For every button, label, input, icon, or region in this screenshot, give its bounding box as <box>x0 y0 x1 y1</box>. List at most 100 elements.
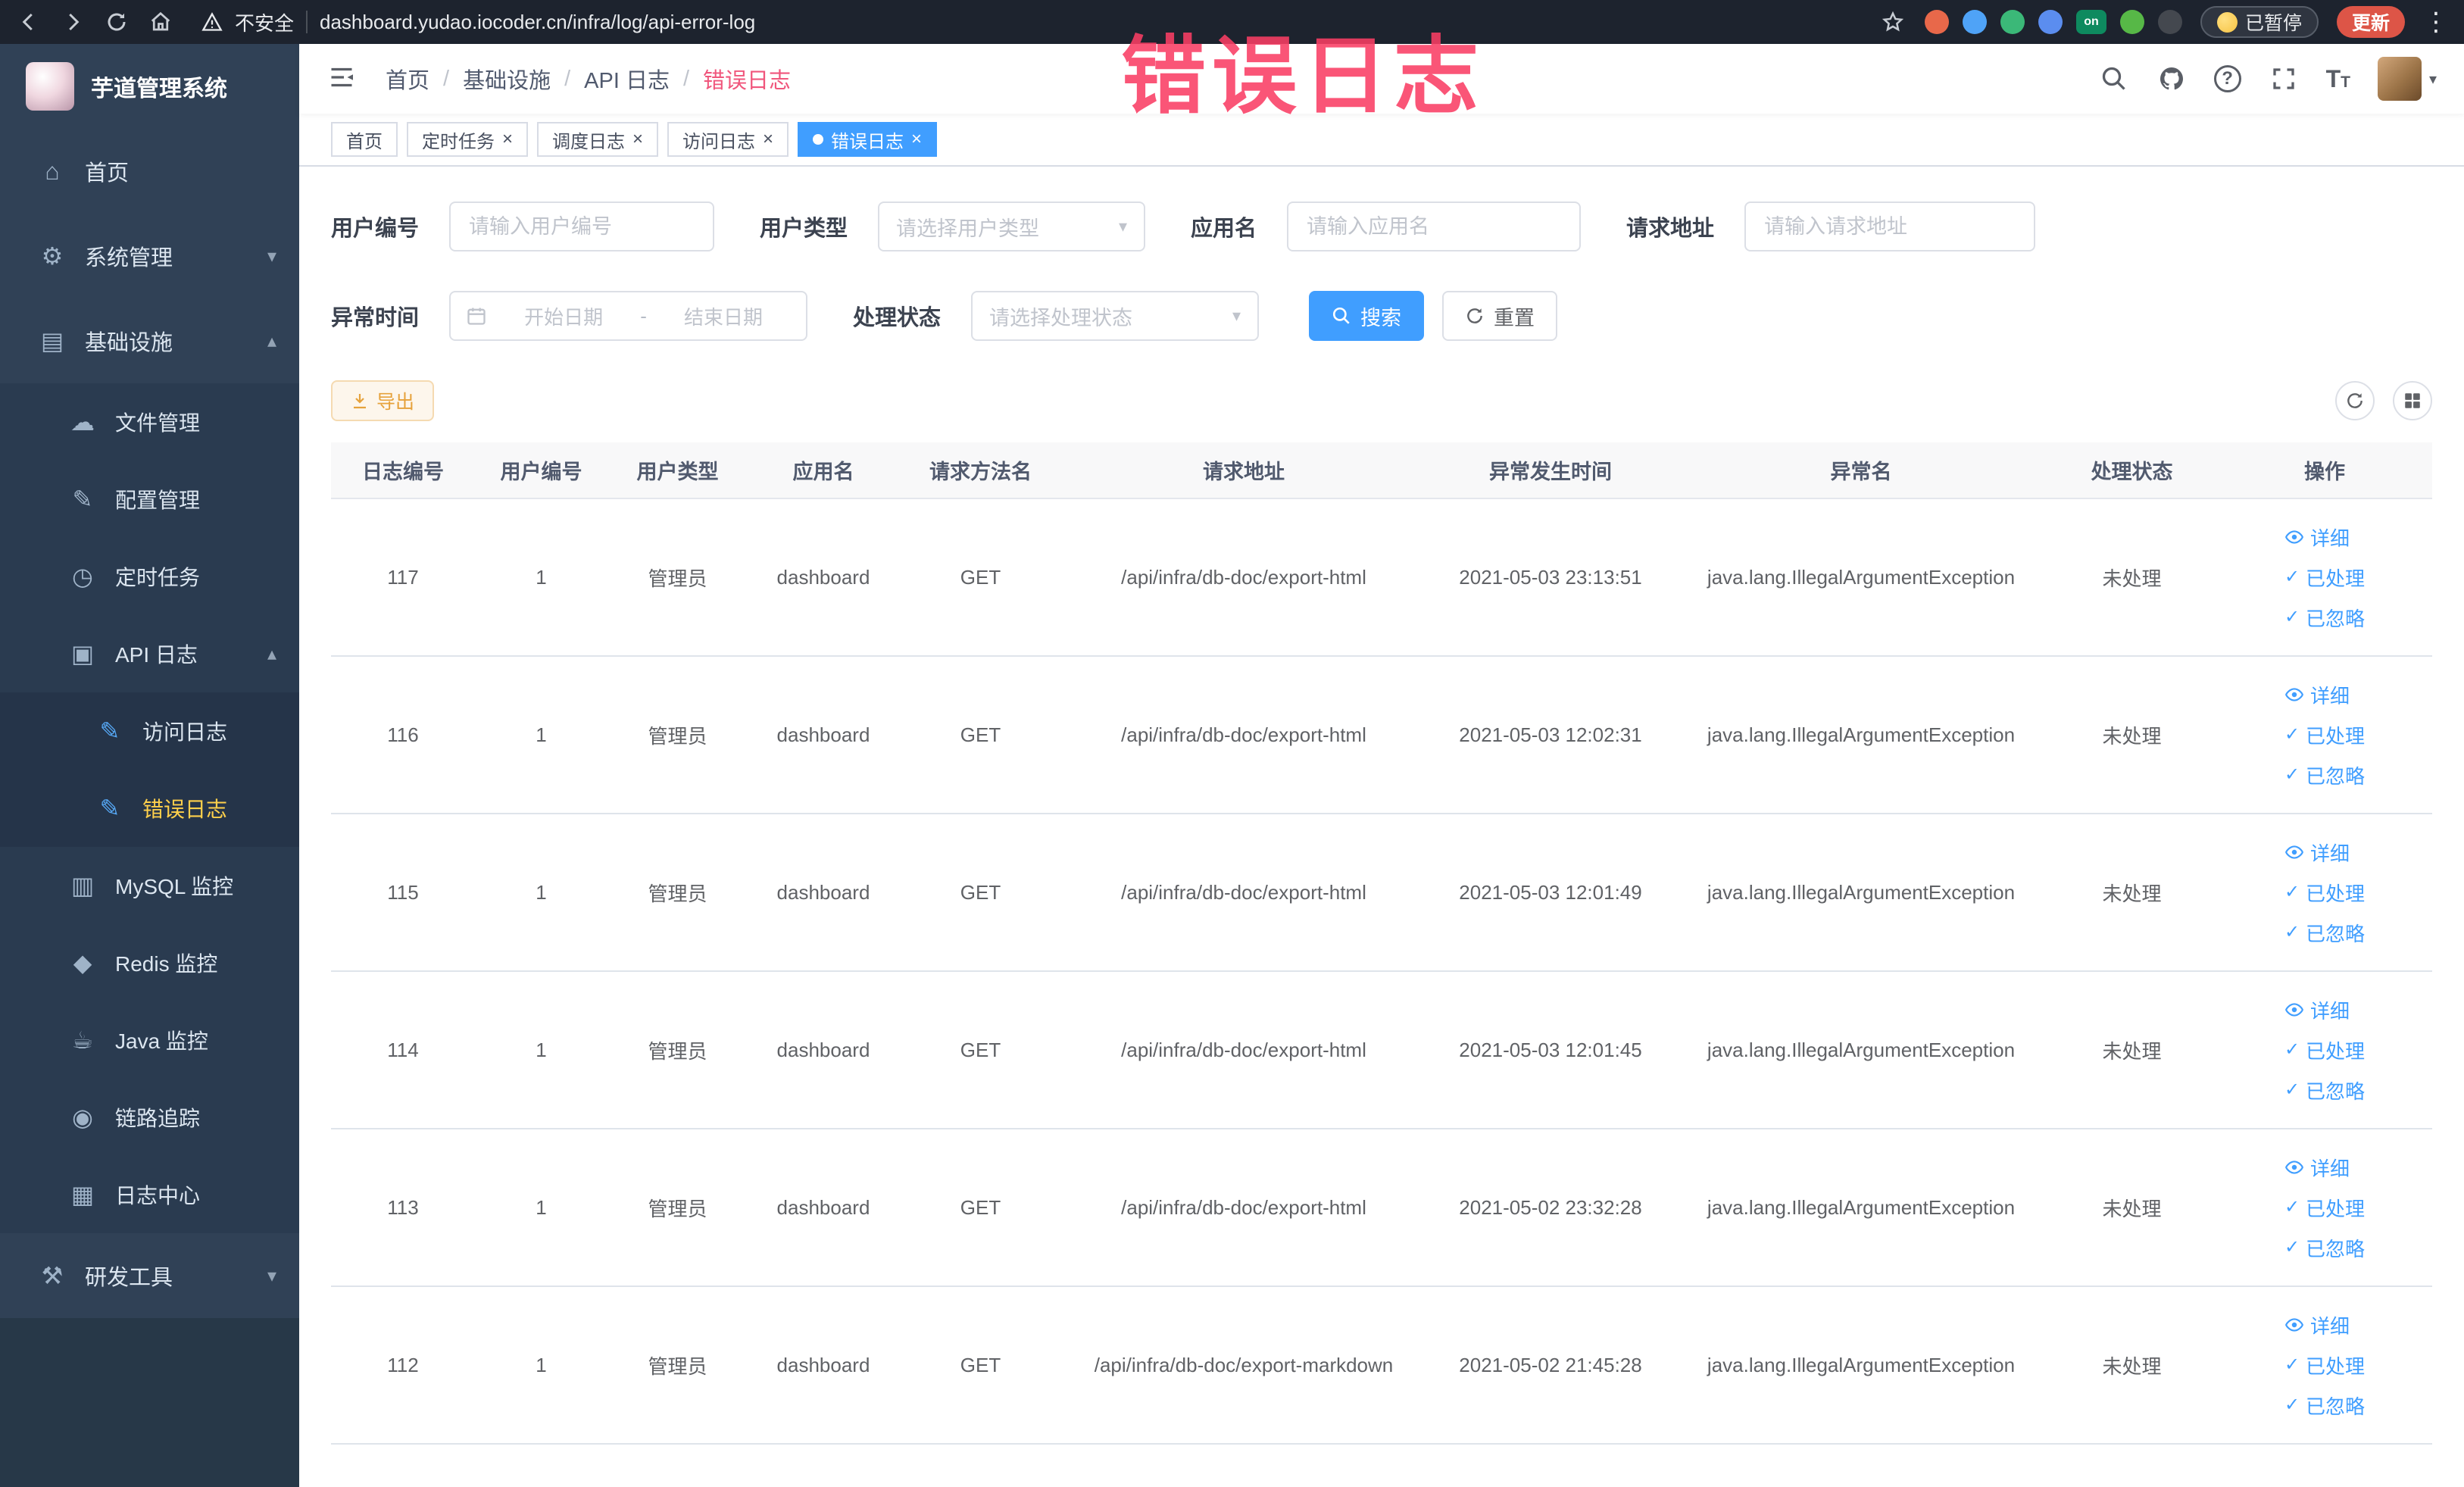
sidebar-item-infra[interactable]: ▤ 基础设施 ▴ <box>0 298 299 383</box>
ignored-link[interactable]: ✓ 已忽略 <box>2284 761 2365 789</box>
detail-link[interactable]: 详细 <box>2284 681 2350 709</box>
tab-job-log[interactable]: 调度日志 × <box>537 122 659 157</box>
processed-link[interactable]: ✓ 已处理 <box>2284 879 2365 907</box>
sidebar-item-file[interactable]: ☁ 文件管理 <box>0 383 299 461</box>
processed-link[interactable]: ✓ 已处理 <box>2284 721 2365 749</box>
ignored-link[interactable]: ✓ 已忽略 <box>2284 1234 2365 1262</box>
sidebar-item-trace[interactable]: ◉ 链路追踪 <box>0 1079 299 1156</box>
sidebar-item-mysql[interactable]: ▥ MySQL 监控 <box>0 847 299 924</box>
refresh-button[interactable] <box>2335 381 2375 420</box>
close-icon[interactable]: × <box>632 130 643 148</box>
address-bar[interactable]: 不安全 dashboard.yudao.iocoder.cn/infra/log… <box>201 8 1863 36</box>
table-cell: dashboard <box>748 971 899 1129</box>
processed-link[interactable]: ✓ 已处理 <box>2284 1194 2365 1222</box>
back-icon[interactable] <box>15 8 42 36</box>
action-label: 详细 <box>2309 999 2350 1023</box>
export-button[interactable]: 导出 <box>331 380 435 421</box>
page-header: 首页 / 基础设施 / API 日志 / 错误日志 ? TT ▾ <box>299 44 2464 114</box>
detail-link[interactable]: 详细 <box>2284 523 2350 551</box>
search-button[interactable]: 搜索 <box>1309 291 1425 341</box>
columns-button[interactable] <box>2393 381 2432 420</box>
font-size-icon[interactable]: TT <box>2326 65 2350 93</box>
extension-dark-icon[interactable] <box>2157 10 2182 34</box>
extension-blue-grid-icon[interactable] <box>2038 10 2063 34</box>
table-cell: /api/infra/db-doc/export-html <box>1062 498 1426 657</box>
java-icon: ☕ <box>71 1026 94 1054</box>
sidebar-item-access-log[interactable]: ✎ 访问日志 <box>0 692 299 770</box>
warning-icon <box>201 12 223 31</box>
bookmark-star-icon[interactable] <box>1879 8 1907 36</box>
reload-icon[interactable] <box>103 8 130 36</box>
table-cell: GET <box>899 1286 1062 1445</box>
ignored-link[interactable]: ✓ 已忽略 <box>2284 919 2365 947</box>
table-cell: java.lang.IllegalArgumentException <box>1675 814 2047 972</box>
eye-icon <box>2284 1157 2304 1177</box>
action-label: 已处理 <box>2306 1197 2366 1220</box>
app-name-input[interactable] <box>1287 201 1582 251</box>
refresh-icon <box>2347 393 2363 408</box>
close-icon[interactable]: × <box>502 130 513 148</box>
breadcrumb-item[interactable]: 基础设施 <box>463 63 551 95</box>
sidebar-item-error-log[interactable]: ✎ 错误日志 <box>0 770 299 847</box>
close-icon[interactable]: × <box>763 130 773 148</box>
processed-link[interactable]: ✓ 已处理 <box>2284 564 2365 592</box>
logo[interactable]: 芋道管理系统 <box>0 44 299 129</box>
update-button[interactable]: 更新 <box>2336 6 2405 38</box>
ignored-link[interactable]: ✓ 已忽略 <box>2284 1076 2365 1104</box>
process-status-select[interactable]: 请选择处理状态 ▾ <box>971 291 1260 341</box>
filter-row-1: 用户编号 用户类型 请选择用户类型 ▾ 应用名 <box>331 201 2432 251</box>
user-id-input[interactable] <box>449 201 715 251</box>
user-type-select[interactable]: 请选择用户类型 ▾ <box>878 201 1146 251</box>
sidebar-item-label: 定时任务 <box>115 566 201 589</box>
ignored-link[interactable]: ✓ 已忽略 <box>2284 604 2365 632</box>
reset-button[interactable]: 重置 <box>1442 291 1558 341</box>
sidebar-item-dev-tools[interactable]: ⚒ 研发工具 ▾ <box>0 1233 299 1318</box>
table-cell: dashboard <box>748 656 899 814</box>
detail-link[interactable]: 详细 <box>2284 996 2350 1024</box>
extension-orange-icon[interactable] <box>1924 10 1949 34</box>
tab-access-log[interactable]: 访问日志 × <box>667 122 789 157</box>
help-icon[interactable]: ? <box>2213 65 2241 92</box>
detail-link[interactable]: 详细 <box>2284 839 2350 867</box>
sidebar-item-api-log[interactable]: ▣ API 日志 ▴ <box>0 615 299 692</box>
extension-blue-drop-icon[interactable] <box>1962 10 1987 34</box>
search-icon[interactable] <box>2099 64 2129 94</box>
extension-on-badge-icon[interactable]: on <box>2075 10 2106 34</box>
tab-home[interactable]: 首页 <box>331 122 398 157</box>
date-range-picker[interactable]: 开始日期 - 结束日期 <box>449 291 808 341</box>
request-url-input[interactable] <box>1744 201 2036 251</box>
sidebar-item-java[interactable]: ☕ Java 监控 <box>0 1001 299 1079</box>
tab-error-log[interactable]: 错误日志 × <box>798 122 938 157</box>
detail-link[interactable]: 详细 <box>2284 1311 2350 1339</box>
paused-badge[interactable]: 已暂停 <box>2200 6 2319 38</box>
filter-app-name: 应用名 <box>1191 201 1582 251</box>
sidebar-item-config[interactable]: ✎ 配置管理 <box>0 461 299 538</box>
breadcrumb-item[interactable]: API 日志 <box>584 63 670 95</box>
url-text[interactable]: dashboard.yudao.iocoder.cn/infra/log/api… <box>320 11 755 34</box>
sidebar-item-log-center[interactable]: ▦ 日志中心 <box>0 1156 299 1233</box>
close-icon[interactable]: × <box>911 130 922 148</box>
filter-user-type: 用户类型 请选择用户类型 ▾ <box>760 201 1146 251</box>
home-nav-icon[interactable] <box>147 8 174 36</box>
column-header: 异常名 <box>1675 442 2047 499</box>
browser-menu-icon[interactable]: ⋮ <box>2423 7 2449 37</box>
fullscreen-icon[interactable] <box>2269 64 2299 94</box>
forward-icon[interactable] <box>59 8 86 36</box>
extension-green-icon[interactable] <box>2000 10 2025 34</box>
processed-link[interactable]: ✓ 已处理 <box>2284 1351 2365 1379</box>
table-cell: 未处理 <box>2047 1129 2217 1287</box>
sidebar-item-home[interactable]: ⌂ 首页 <box>0 129 299 214</box>
breadcrumb-item[interactable]: 首页 <box>386 63 429 95</box>
detail-link[interactable]: 详细 <box>2284 1154 2350 1182</box>
tab-job[interactable]: 定时任务 × <box>407 122 529 157</box>
ignored-link[interactable]: ✓ 已忽略 <box>2284 1392 2365 1420</box>
sidebar-item-system[interactable]: ⚙ 系统管理 ▾ <box>0 214 299 298</box>
sidebar-item-redis[interactable]: ◆ Redis 监控 <box>0 924 299 1001</box>
hamburger-icon[interactable] <box>326 64 360 94</box>
github-icon[interactable] <box>2156 64 2187 94</box>
extension-leaf-icon[interactable] <box>2119 10 2144 34</box>
action-stack: 详细 ✓ 已处理 ✓ 已忽略 <box>2284 1154 2365 1262</box>
sidebar-item-job[interactable]: ◷ 定时任务 <box>0 538 299 615</box>
processed-link[interactable]: ✓ 已处理 <box>2284 1036 2365 1064</box>
user-menu[interactable]: ▾ <box>2377 57 2437 101</box>
